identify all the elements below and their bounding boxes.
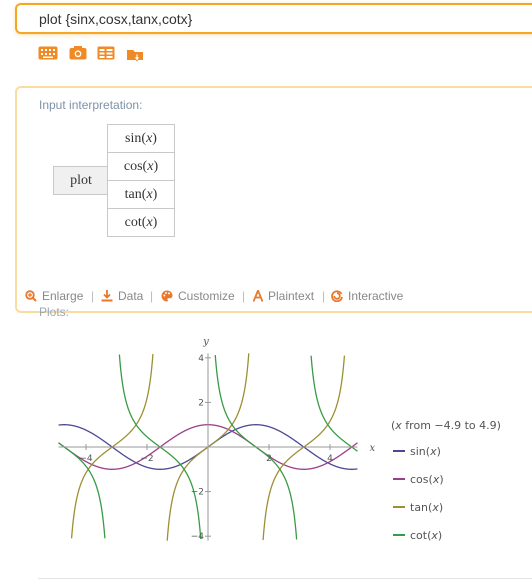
download-icon — [101, 290, 113, 302]
input-interpretation-pod: Input interpretation: plot sin(x) cos(x)… — [15, 86, 532, 313]
separator: | — [150, 289, 154, 303]
plaintext-button[interactable]: Plaintext — [253, 289, 314, 303]
plot-cell: plot — [53, 166, 109, 195]
interactive-swirl-icon — [331, 290, 343, 302]
function-name: cos — [123, 158, 143, 174]
letter-a-icon — [253, 290, 263, 302]
plot-axes: −4 −2 2 4 −4 −2 2 4 x y — [58, 336, 375, 542]
function-arg: x — [146, 186, 153, 202]
function-cell: sin(x) — [107, 124, 175, 153]
function-arg: x — [147, 158, 154, 174]
legend-label-tan: tan(x) — [410, 501, 443, 514]
separator: | — [322, 289, 326, 303]
separator: | — [242, 289, 246, 303]
x-tick-label: 2 — [266, 454, 272, 464]
x-axis-label: x — [369, 443, 375, 454]
enlarge-button[interactable]: Enlarge — [25, 289, 83, 303]
interactive-label: Interactive — [348, 289, 404, 303]
legend-label-cos: cos(x) — [410, 473, 444, 486]
pod-title: Input interpretation: — [39, 98, 143, 112]
x-tick-label: −2 — [140, 454, 153, 464]
file-upload-icon[interactable] — [126, 46, 144, 62]
keyboard-icon[interactable] — [38, 46, 58, 60]
data-button[interactable]: Data — [101, 289, 143, 303]
plot-legend: (x from −4.9 to 4.9) sin(x) cos(x) tan(x) c… — [391, 419, 501, 542]
query-input[interactable] — [39, 11, 519, 27]
legend-label-cot: cot(x) — [410, 529, 442, 542]
x-tick-label: 4 — [327, 454, 333, 464]
y-tick-label: −4 — [191, 532, 205, 542]
plots-pod-title: Plots: — [39, 305, 70, 319]
divider — [38, 578, 532, 579]
separator: | — [91, 289, 95, 303]
palette-icon — [161, 290, 173, 302]
legend-label-sin: sin(x) — [410, 445, 441, 458]
x-range-note: (x from −4.9 to 4.9) — [391, 419, 501, 432]
customize-label: Customize — [178, 289, 235, 303]
function-plot: −4 −2 2 4 −4 −2 2 4 x y (x from −4.9 to 4.9) sin(… — [58, 336, 501, 542]
function-arg: x — [146, 130, 153, 146]
function-cell: tan(x) — [107, 180, 175, 209]
y-tick-label: −2 — [191, 488, 204, 498]
x-tick-label: −4 — [79, 454, 93, 464]
data-label: Data — [118, 289, 144, 303]
function-name: tan — [124, 186, 142, 202]
pod-action-bar: Enlarge | Data | Customize | Plaintext | — [17, 286, 532, 310]
function-cell: cot(x) — [107, 208, 175, 237]
function-cell: cos(x) — [107, 152, 175, 181]
plaintext-label: Plaintext — [268, 289, 315, 303]
camera-icon[interactable] — [69, 46, 87, 60]
x-range-note-suffix: from −4.9 to 4.9) — [402, 419, 501, 432]
interactive-button[interactable]: Interactive — [331, 289, 403, 303]
grid-icon[interactable] — [97, 46, 115, 60]
query-input-box[interactable] — [15, 3, 532, 34]
function-name: sin — [125, 130, 142, 146]
y-tick-label: 2 — [198, 398, 204, 408]
enlarge-label: Enlarge — [42, 289, 84, 303]
function-name: cot — [124, 214, 142, 230]
y-tick-label: 4 — [198, 354, 204, 364]
function-arg: x — [146, 214, 153, 230]
customize-button[interactable]: Customize — [161, 289, 235, 303]
y-axis-label: y — [202, 336, 209, 347]
plot-label: plot — [70, 172, 92, 188]
magnifier-plus-icon — [25, 290, 37, 302]
